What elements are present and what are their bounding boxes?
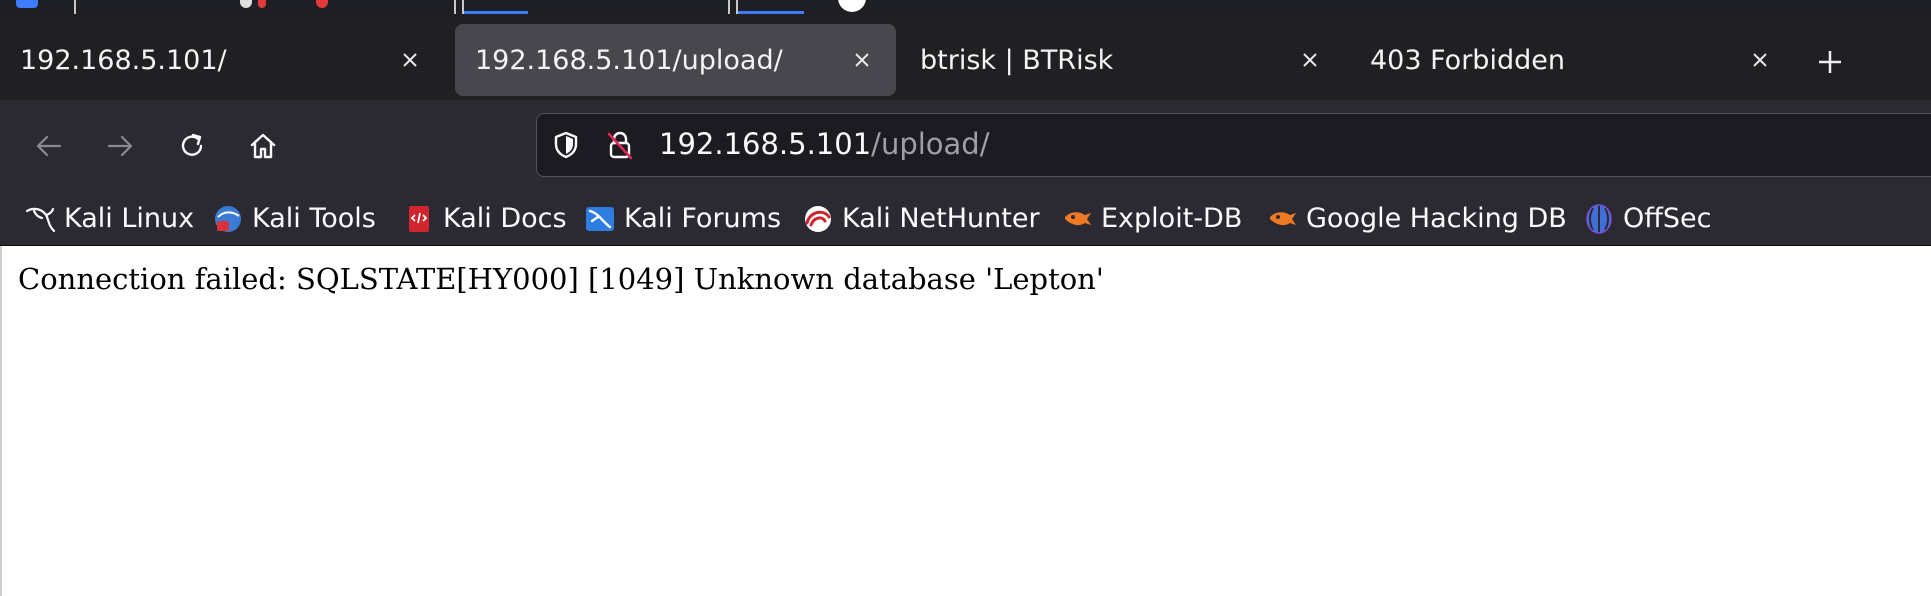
tab-strip: 192.168.5.101/ 192.168.5.101/upload/ btr…	[0, 14, 1931, 100]
bookmark-label: Kali Docs	[443, 203, 567, 234]
address-bar[interactable]: 192.168.5.101/upload/	[536, 113, 1931, 177]
tab-192-168-5-101[interactable]: 192.168.5.101/	[0, 24, 444, 96]
taskbar-separator	[74, 0, 76, 14]
os-taskbar	[0, 0, 1931, 14]
insecure-lock-icon[interactable]	[603, 128, 637, 162]
taskbar-separator	[454, 0, 456, 14]
page-content: Connection failed: SQLSTATE[HY000] [1049…	[0, 246, 1931, 596]
bookmark-label: Kali Forums	[624, 203, 782, 234]
bookmark-google-hacking-db[interactable]: Google Hacking DB	[1266, 192, 1567, 245]
url-host: 192.168.5.101	[659, 127, 872, 161]
url-path: /upload/	[871, 127, 990, 161]
close-icon[interactable]	[844, 42, 880, 78]
tab-btrisk[interactable]: btrisk | BTRisk	[900, 24, 1344, 96]
close-icon[interactable]	[392, 42, 428, 78]
url-text[interactable]: 192.168.5.101/upload/	[659, 127, 989, 161]
home-button[interactable]	[241, 124, 285, 168]
close-icon[interactable]	[1292, 42, 1328, 78]
tab-title: 192.168.5.101/upload/	[475, 44, 783, 76]
bookmark-label: Kali Tools	[252, 203, 376, 234]
bookmark-kali-forums[interactable]: Kali Forums	[584, 192, 781, 245]
tab-403-forbidden[interactable]: 403 Forbidden	[1350, 24, 1794, 96]
arrow-left-icon	[36, 135, 62, 157]
taskbar-separator	[728, 0, 730, 14]
taskbar-app-icon[interactable]	[836, 0, 870, 14]
bookmark-kali-docs[interactable]: Kali Docs	[403, 192, 567, 245]
forward-button[interactable]	[98, 124, 142, 168]
reload-button[interactable]	[170, 124, 214, 168]
navigation-toolbar: 192.168.5.101/upload/	[0, 100, 1931, 192]
kali-forums-icon	[584, 203, 616, 235]
nethunter-icon	[802, 203, 834, 235]
bookmarks-toolbar: Kali Linux Kali Tools Kali Docs Kali For…	[0, 192, 1931, 246]
reload-icon	[181, 133, 203, 156]
ghdb-icon	[1266, 203, 1298, 235]
tab-upload[interactable]: 192.168.5.101/upload/	[455, 24, 896, 96]
offsec-icon	[1583, 203, 1615, 235]
error-message: Connection failed: SQLSTATE[HY000] [1049…	[18, 262, 1104, 296]
bookmark-kali-tools[interactable]: Kali Tools	[212, 192, 376, 245]
bookmark-label: Kali Linux	[64, 203, 195, 234]
bookmark-offsec[interactable]: OffSec	[1583, 192, 1711, 245]
bookmark-kali-linux[interactable]: Kali Linux	[24, 192, 194, 245]
bookmark-label: OffSec	[1623, 203, 1712, 234]
close-icon[interactable]	[1742, 42, 1778, 78]
tab-title: 192.168.5.101/	[20, 44, 227, 76]
tab-title: 403 Forbidden	[1370, 44, 1565, 76]
arrow-right-icon	[107, 135, 133, 157]
taskbar-app-icon[interactable]	[6, 0, 50, 14]
bookmark-label: Google Hacking DB	[1306, 203, 1567, 234]
taskbar-indicator-icon	[240, 0, 252, 8]
bookmark-exploit-db[interactable]: Exploit-DB	[1061, 192, 1242, 245]
bookmark-label: Exploit-DB	[1101, 203, 1243, 234]
back-button[interactable]	[27, 124, 71, 168]
new-tab-button[interactable]	[1810, 42, 1850, 82]
plus-icon	[1819, 51, 1841, 73]
taskbar-indicator-icon	[316, 0, 328, 8]
tab-title: btrisk | BTRisk	[920, 44, 1114, 76]
kali-dragon-icon	[24, 203, 56, 235]
bookmark-kali-nethunter[interactable]: Kali NetHunter	[802, 192, 1040, 245]
shield-icon[interactable]	[549, 128, 583, 162]
taskbar-indicator-icon	[258, 0, 266, 8]
kali-tools-icon	[212, 203, 244, 235]
kali-docs-icon	[403, 203, 435, 235]
home-icon	[250, 133, 276, 159]
bookmark-label: Kali NetHunter	[842, 203, 1040, 234]
exploit-db-icon	[1061, 203, 1093, 235]
